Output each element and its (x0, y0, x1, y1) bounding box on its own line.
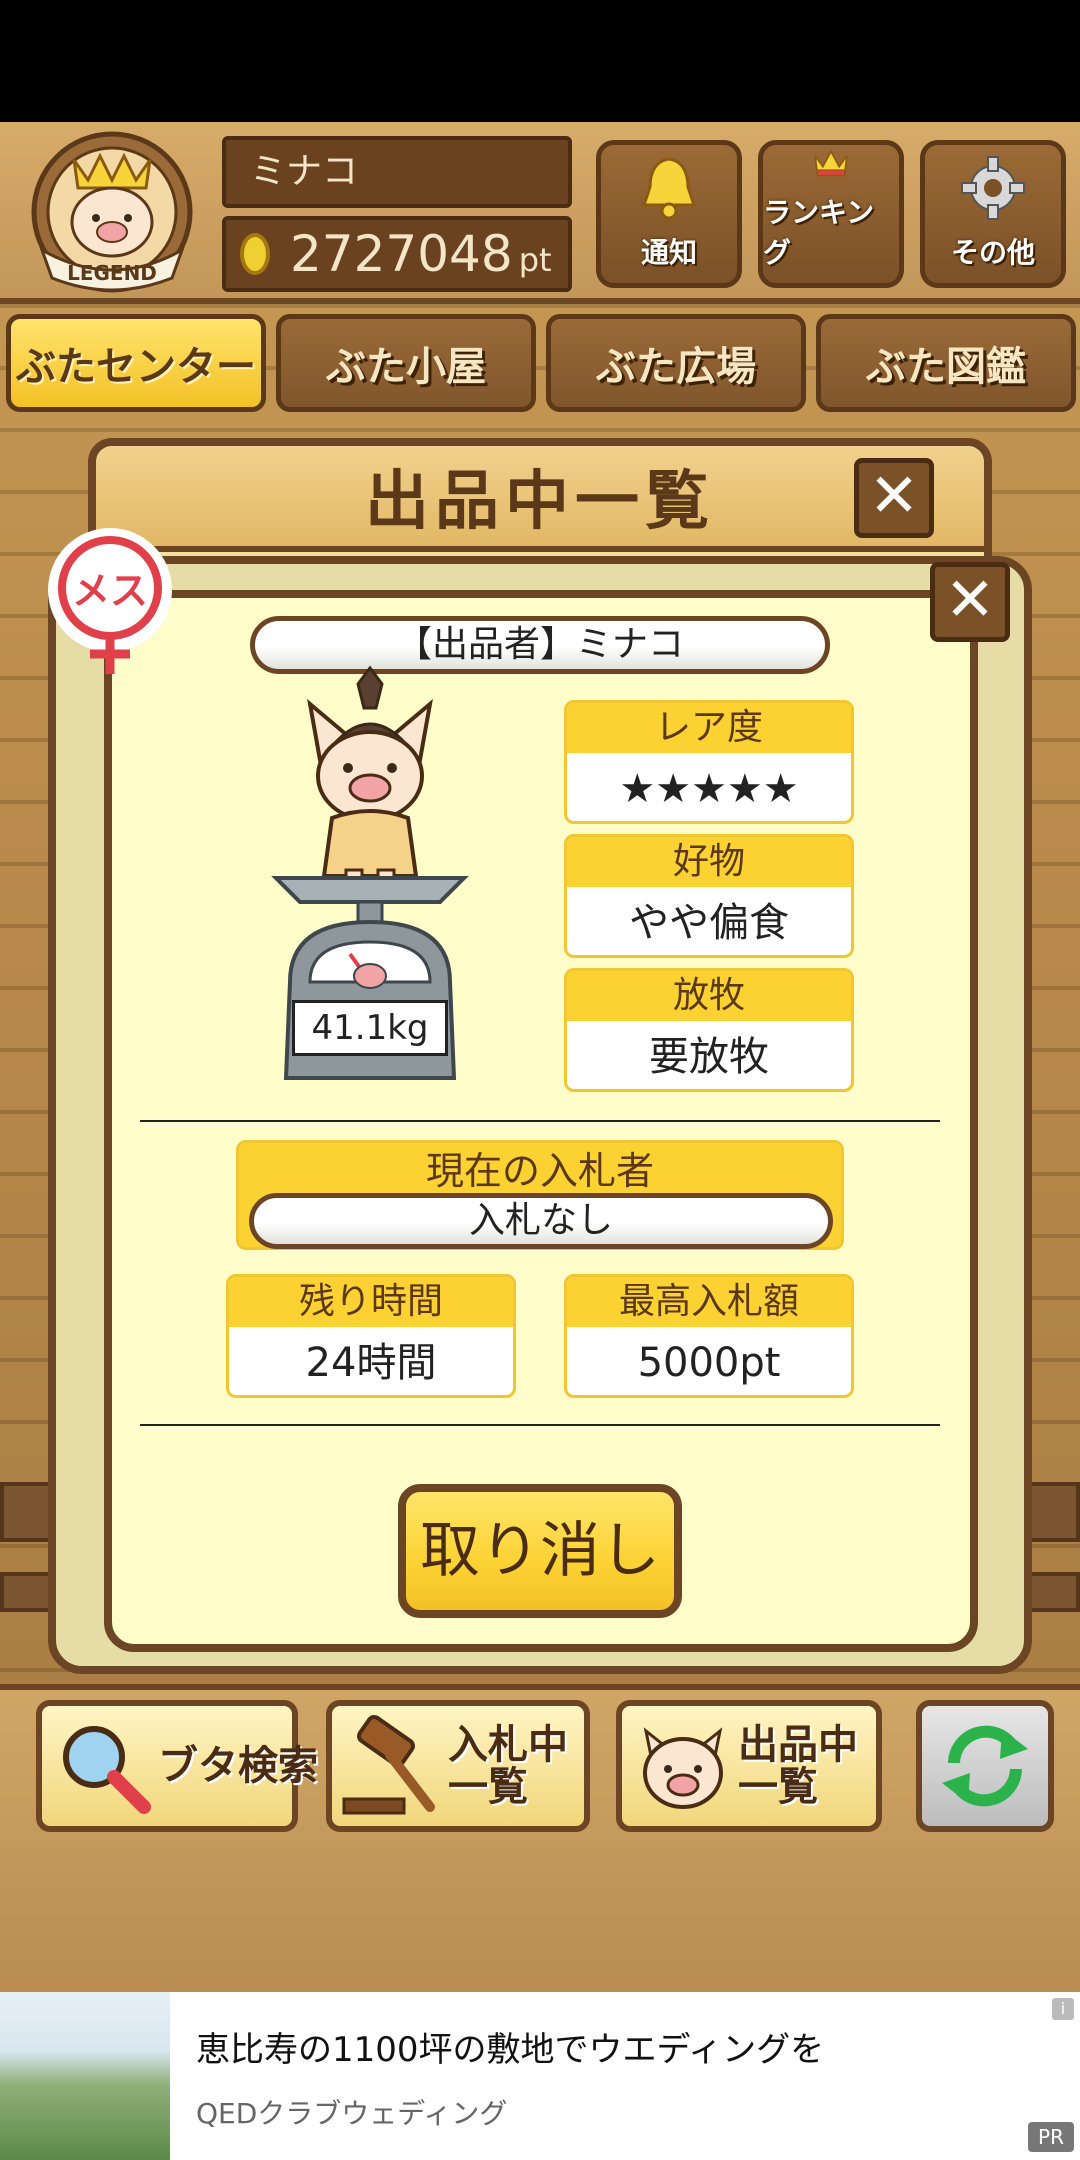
points-unit: pt (518, 241, 552, 279)
current-bidder-box: 現在の入札者 入札なし (236, 1140, 844, 1250)
time-left-value: 24時間 (305, 1340, 437, 1386)
listing-list-label: 出品中 一覧 (738, 1722, 858, 1810)
pig-search-label: ブタ検索 (158, 1743, 318, 1789)
ad-title[interactable]: 恵比寿の1100坪の敷地でウエディングを (196, 2022, 824, 2071)
ad-info-icon[interactable]: i (1052, 1998, 1074, 2020)
favorite-food-header: 好物 (567, 837, 851, 887)
points-display: 2727048 pt (222, 216, 572, 292)
current-bidder-value: 入札なし (249, 1193, 833, 1249)
tab-buta-zukan[interactable]: ぶた図鑑 (816, 314, 1076, 412)
pig-character (307, 665, 433, 892)
player-name: ミナコ (222, 136, 572, 208)
refresh-button[interactable] (916, 1700, 1054, 1832)
magnifier-icon (63, 1726, 151, 1814)
highest-bid-header: 最高入札額 (567, 1277, 851, 1327)
gear-icon (961, 156, 1025, 220)
rarity-box: レア度 ★★★★★ (564, 700, 854, 824)
grazing-header: 放牧 (567, 971, 851, 1021)
detail-close-button[interactable]: ✕ (930, 562, 1010, 642)
highest-bid-value: 5000pt (637, 1340, 781, 1386)
listing-list-close-button[interactable]: ✕ (854, 458, 934, 538)
listing-list-button[interactable]: 出品中 一覧 (616, 1700, 882, 1832)
listing-list-title: 出品中一覧 (96, 446, 984, 552)
bidding-list-button[interactable]: 入札中 一覧 (326, 1700, 590, 1832)
gavel-icon (342, 1714, 435, 1815)
female-gender-icon: メス (48, 528, 172, 674)
favorite-food-box: 好物 やや偏食 (564, 834, 854, 958)
time-left-box: 残り時間 24時間 (226, 1274, 516, 1398)
rank-badge-label: LEGEND (67, 261, 157, 285)
highest-bid-box: 最高入札額 5000pt (564, 1274, 854, 1398)
favorite-food-value: やや偏食 (629, 900, 789, 946)
tab-buta-hiroba[interactable]: ぶた広場 (546, 314, 806, 412)
rarity-header: レア度 (567, 703, 851, 753)
ad-pr-badge: PR (1028, 2122, 1074, 2152)
tab-buta-center[interactable]: ぶたセンター (6, 314, 266, 412)
bell-icon (641, 157, 697, 220)
notification-label: 通知 (640, 236, 697, 269)
pig-weight: 41.1kg (292, 1000, 448, 1056)
divider (140, 1424, 940, 1426)
other-label: その他 (950, 236, 1035, 269)
notification-button[interactable]: 通知 (596, 140, 742, 288)
cancel-listing-button[interactable]: 取り消し (398, 1484, 682, 1618)
grazing-box: 放牧 要放牧 (564, 968, 854, 1092)
pig-search-button[interactable]: ブタ検索 (36, 1700, 318, 1832)
rarity-stars: ★★★★★ (619, 766, 799, 812)
tab-buta-koya[interactable]: ぶた小屋 (276, 314, 536, 412)
status-bar (0, 0, 1080, 122)
ad-banner[interactable]: 恵比寿の1100坪の敷地でウエディングを QEDクラブウェディング i PR (0, 1992, 1080, 2160)
ad-image[interactable] (0, 1992, 170, 2160)
current-bidder-header: 現在の入札者 (425, 1149, 654, 1193)
grazing-value: 要放牧 (649, 1034, 769, 1080)
coin-icon (240, 233, 270, 275)
ad-sponsor[interactable]: QEDクラブウェディング (196, 2092, 507, 2132)
divider (140, 1120, 940, 1122)
ranking-label: ランキング (763, 196, 875, 269)
refresh-icon (942, 1725, 1028, 1807)
ranking-button[interactable]: ランキング (758, 140, 904, 288)
pig-face-icon (643, 1727, 723, 1809)
other-button[interactable]: その他 (920, 140, 1066, 288)
time-left-header: 残り時間 (229, 1277, 513, 1327)
main-tabs: ぶたセンター ぶた小屋 ぶた広場 ぶた図鑑 (0, 314, 1080, 412)
gender-label: メス (72, 569, 148, 613)
points-value: 2727048 (290, 225, 513, 283)
crown-icon (814, 149, 848, 177)
legend-rank-badge[interactable]: LEGEND (22, 130, 202, 300)
bidding-list-label: 入札中 一覧 (448, 1722, 568, 1810)
